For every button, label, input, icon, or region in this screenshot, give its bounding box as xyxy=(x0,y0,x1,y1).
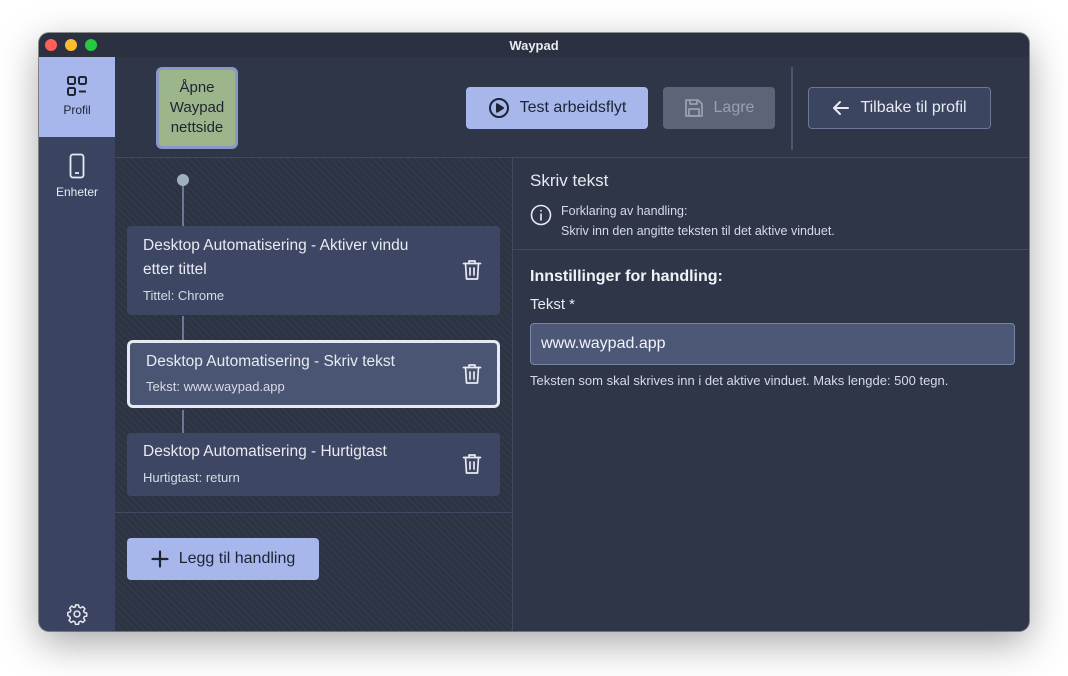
action-title: Desktop Automatisering - Aktiver vindu e… xyxy=(143,237,409,278)
minimize-window-button[interactable] xyxy=(65,39,77,51)
explanation-text: Skriv inn den angitte teksten til det ak… xyxy=(561,224,835,238)
text-field[interactable] xyxy=(530,323,1015,365)
sidebar-item-label: Profil xyxy=(63,103,91,117)
action-title: Desktop Automatisering - Hurtigtast xyxy=(143,443,387,460)
text-field-label: Tekst * xyxy=(530,296,576,313)
test-workflow-button[interactable]: Test arbeidsflyt xyxy=(466,87,648,129)
save-icon xyxy=(684,99,703,117)
toolbar-divider xyxy=(791,67,793,150)
action-subtitle: Tittel: Chrome xyxy=(143,288,225,303)
window-title: Waypad xyxy=(509,37,559,53)
app-window: Waypad Profil Enheter Åpne Waypad nettsi… xyxy=(39,33,1029,631)
workflow-start-dot xyxy=(177,174,189,186)
action-detail-title: Skriv tekst xyxy=(530,171,609,190)
action-subtitle: Tekst: www.waypad.app xyxy=(146,379,285,394)
trash-icon[interactable] xyxy=(462,259,482,281)
action-card-selected[interactable]: Desktop Automatisering - Skriv tekst Tek… xyxy=(127,340,500,408)
plus-icon xyxy=(151,550,169,568)
sidebar-item-enheter[interactable]: Enheter xyxy=(39,153,115,213)
open-website-button[interactable]: Åpne Waypad nettside xyxy=(156,67,238,149)
settings-button[interactable] xyxy=(39,603,115,631)
trash-icon[interactable] xyxy=(462,453,482,475)
back-to-profile-button[interactable]: Tilbake til profil xyxy=(808,87,991,129)
sidebar-item-profil[interactable]: Profil xyxy=(39,57,115,137)
panel-divider xyxy=(115,512,513,513)
settings-title: Innstillinger for handling: xyxy=(530,268,723,285)
action-card[interactable]: Desktop Automatisering - Aktiver vindu e… xyxy=(127,226,500,315)
add-action-button[interactable]: Legg til handling xyxy=(127,538,319,580)
sidebar-item-label: Enheter xyxy=(55,185,99,199)
save-button[interactable]: Lagre xyxy=(663,87,775,129)
explanation-label: Forklaring av handling: xyxy=(561,204,688,218)
gear-icon xyxy=(67,604,88,625)
text-field-help: Teksten som skal skrives inn i det aktiv… xyxy=(530,373,949,388)
info-icon xyxy=(530,204,552,226)
action-card[interactable]: Desktop Automatisering - Hurtigtast Hurt… xyxy=(127,433,500,496)
main-area: Åpne Waypad nettside Test arbeidsflyt La… xyxy=(115,57,1029,631)
grid-icon xyxy=(67,76,87,96)
title-bar: Waypad xyxy=(39,33,1029,57)
connector-line xyxy=(182,316,184,342)
action-detail-header: Skriv tekst Forklaring av handling: Skri… xyxy=(513,158,1029,250)
add-action-label: Legg til handling xyxy=(178,550,296,567)
phone-icon xyxy=(69,153,85,179)
action-subtitle: Hurtigtast: return xyxy=(143,470,240,485)
trash-icon[interactable] xyxy=(462,363,482,385)
play-circle-icon xyxy=(488,98,509,118)
sidebar: Profil Enheter xyxy=(39,57,115,631)
arrow-left-icon xyxy=(833,101,850,115)
action-title: Desktop Automatisering - Skriv tekst xyxy=(146,353,395,370)
toolbar: Åpne Waypad nettside Test arbeidsflyt La… xyxy=(115,57,1029,158)
connector-line xyxy=(182,180,184,230)
test-workflow-label: Test arbeidsflyt xyxy=(519,99,627,116)
window-controls xyxy=(45,39,97,51)
workflow-panel: Desktop Automatisering - Aktiver vindu e… xyxy=(115,158,513,631)
maximize-window-button[interactable] xyxy=(85,39,97,51)
action-detail-panel: Skriv tekst Forklaring av handling: Skri… xyxy=(513,158,1029,631)
close-window-button[interactable] xyxy=(45,39,57,51)
save-label: Lagre xyxy=(713,99,755,116)
back-label: Tilbake til profil xyxy=(860,99,967,116)
